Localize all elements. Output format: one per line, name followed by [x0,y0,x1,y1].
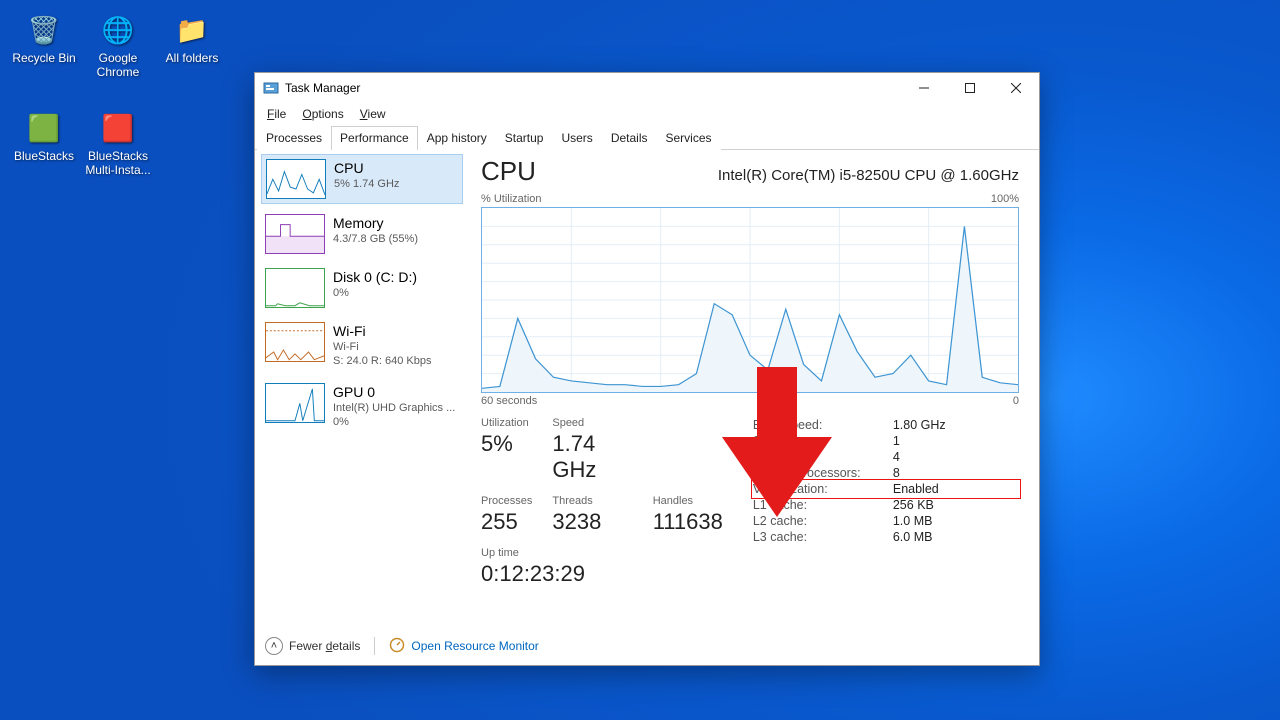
sidebar-item-disk-0-c-d-[interactable]: Disk 0 (C: D:)0% [261,264,463,312]
tab-services[interactable]: Services [657,126,721,150]
maximize-button[interactable] [947,73,993,103]
y-axis-label: % Utilization [481,193,542,205]
detail-l3cache: L3 cache:6.0 MB [753,529,1019,545]
desktop-icon-recycle-bin[interactable]: 🗑️Recycle Bin [8,10,80,66]
sidebar-item-wi-fi[interactable]: Wi-FiWi-FiS: 24.0 R: 640 Kbps [261,318,463,373]
thumb-chart [265,322,325,362]
stat-processes: 255 [481,509,532,535]
thumb-chart [265,268,325,308]
tab-performance[interactable]: Performance [331,126,418,150]
cpu-model: Intel(R) Core(TM) i5-8250U CPU @ 1.60GHz [718,167,1019,184]
window-title: Task Manager [285,81,360,95]
task-manager-window: Task Manager FileOptionsView ProcessesPe… [254,72,1040,666]
detail-l1cache: L1 cache:256 KB [753,497,1019,513]
menubar: FileOptionsView [255,103,1039,125]
desktop-icon-bluestacks[interactable]: 🟩BlueStacks [8,108,80,164]
detail-logicalprocessors: Logical processors:8 [753,465,1019,481]
stat-uptime: 0:12:23:29 [481,561,723,587]
resource-monitor-icon [389,637,405,656]
sidebar: CPU5% 1.74 GHz Memory4.3/7.8 GB (55%) Di… [255,150,463,627]
stat-threads: 3238 [552,509,632,535]
bluestacks-multi-icon: 🟥 [98,108,138,148]
main-panel: CPU Intel(R) Core(TM) i5-8250U CPU @ 1.6… [463,150,1039,627]
close-button[interactable] [993,73,1039,103]
detail-l2cache: L2 cache:1.0 MB [753,513,1019,529]
sidebar-item-gpu-0[interactable]: GPU 0Intel(R) UHD Graphics ...0% [261,379,463,434]
detail-basespeed: Base speed:1.80 GHz [753,417,1019,433]
cpu-utilization-chart [481,207,1019,393]
tab-app-history[interactable]: App history [418,126,496,150]
x-axis-left: 60 seconds [481,395,537,407]
desktop-icon-all-folders[interactable]: 📁All folders [156,10,228,66]
page-title: CPU [481,156,536,187]
titlebar[interactable]: Task Manager [255,73,1039,103]
bluestacks-icon: 🟩 [24,108,64,148]
desktop-icon-google-chrome[interactable]: 🌐Google Chrome [82,10,154,80]
sidebar-item-cpu[interactable]: CPU5% 1.74 GHz [261,154,463,204]
recycle-bin-icon: 🗑️ [24,10,64,50]
app-icon [263,80,279,96]
sidebar-item-memory[interactable]: Memory4.3/7.8 GB (55%) [261,210,463,258]
desktop-icon-bluestacks-multi[interactable]: 🟥BlueStacks Multi-Insta... [82,108,154,178]
open-resource-monitor-link[interactable]: Open Resource Monitor [389,637,538,656]
thumb-chart [265,383,325,423]
footer: ˄ Fewer details Open Resource Monitor [255,627,1039,665]
stat-handles: 111638 [653,509,723,535]
tab-processes[interactable]: Processes [257,126,331,150]
tab-startup[interactable]: Startup [496,126,553,150]
y-axis-max: 100% [991,193,1019,205]
detail-cores: Cores:4 [753,449,1019,465]
detail-sockets: Sockets:1 [753,433,1019,449]
menu-view[interactable]: View [352,105,394,123]
menu-file[interactable]: File [259,105,294,123]
cpu-details: Base speed:1.80 GHzSockets:1Cores:4Logic… [753,417,1019,587]
tab-bar: ProcessesPerformanceApp historyStartupUs… [255,125,1039,150]
chevron-up-icon: ˄ [265,637,283,655]
thumb-chart [266,159,326,199]
stat-utilization: 5% [481,431,532,457]
detail-virtualization: Virtualization:Enabled [753,481,1019,497]
x-axis-right: 0 [1013,395,1019,407]
tab-details[interactable]: Details [602,126,657,150]
menu-options[interactable]: Options [294,105,351,123]
all-folders-icon: 📁 [172,10,212,50]
tab-users[interactable]: Users [552,126,601,150]
google-chrome-icon: 🌐 [98,10,138,50]
stat-speed: 1.74 GHz [552,431,632,483]
thumb-chart [265,214,325,254]
fewer-details-button[interactable]: ˄ Fewer details [265,637,360,655]
minimize-button[interactable] [901,73,947,103]
